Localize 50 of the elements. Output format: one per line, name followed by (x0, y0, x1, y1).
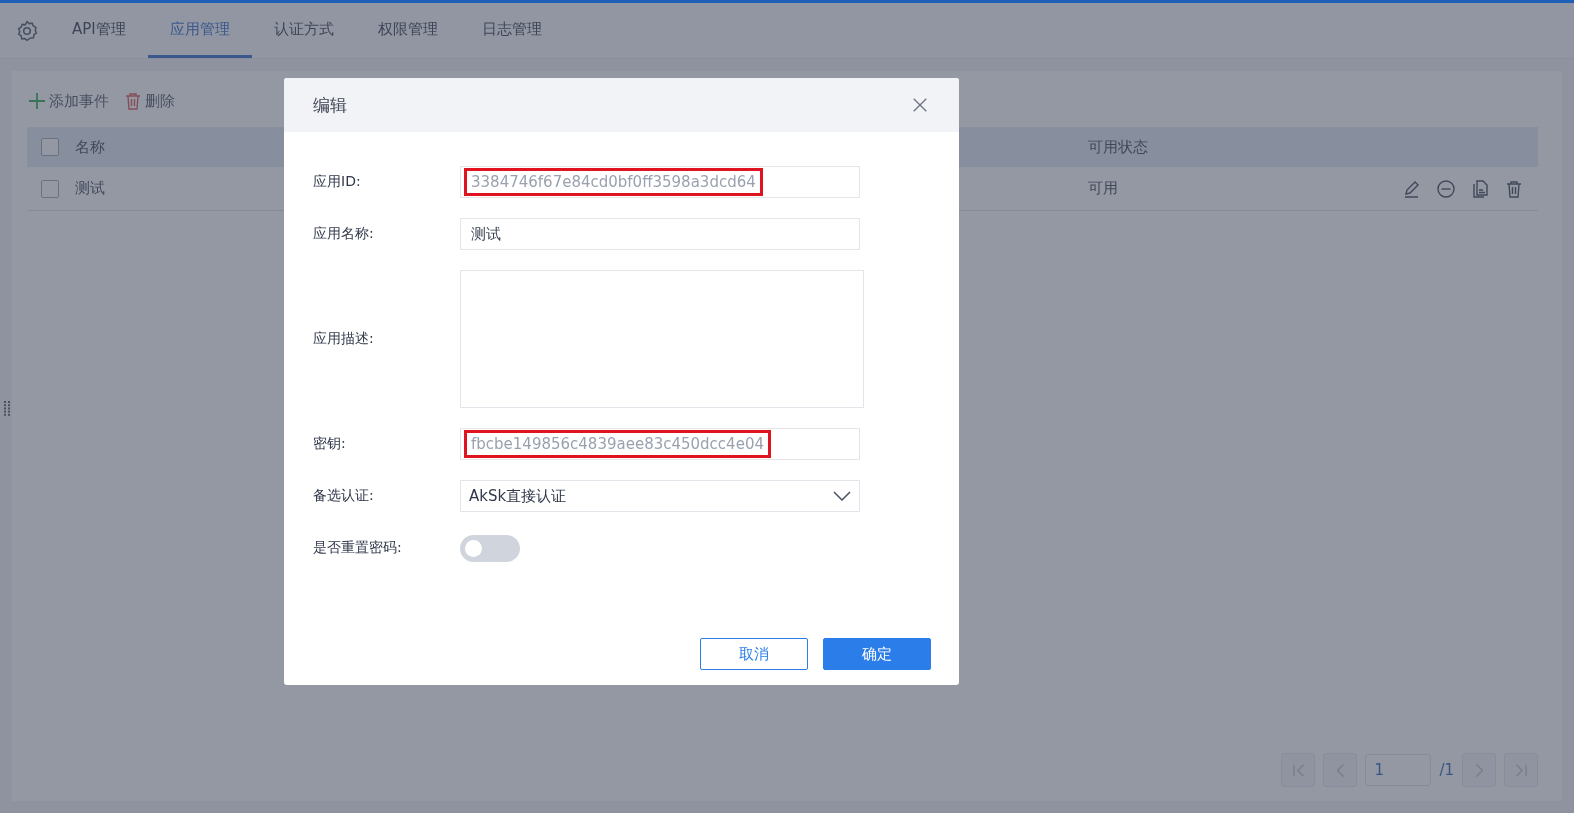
highlighted-value: 3384746f67e84cd0bf0ff3598a3dcd64 (464, 168, 763, 196)
nav-tab[interactable]: 日志管理 (459, 3, 564, 58)
grip-icon[interactable] (4, 401, 10, 417)
nav-tab[interactable]: API管理 (50, 3, 148, 58)
checkbox[interactable] (41, 179, 59, 198)
settings-icon (16, 19, 38, 42)
textarea-field[interactable] (460, 270, 864, 408)
nav-tab[interactable]: 权限管理 (355, 3, 460, 58)
field-label: 是否重置密码: (313, 539, 403, 557)
highlighted-value: fbcbe149856c4839aee83c450dcc4e04 (464, 430, 771, 458)
field-label: 应用名称: (313, 225, 375, 243)
trash-icon (123, 91, 143, 111)
toggle-switch[interactable] (460, 534, 520, 562)
field-label: 备选认证: (313, 487, 375, 505)
input-field[interactable]: fbcbe149856c4839aee83c450dcc4e04 (460, 428, 860, 460)
first-page-button[interactable] (1281, 753, 1316, 787)
cancel-button[interactable]: 取消 (700, 638, 808, 670)
select-field[interactable]: AkSk直接认证 (460, 480, 860, 512)
dialog-title: 编辑 (313, 93, 347, 117)
close-icon (911, 96, 929, 114)
table-cell: 测试 (75, 179, 105, 198)
input-field[interactable]: 3384746f67e84cd0bf0ff3598a3dcd64 (460, 166, 860, 198)
page-input[interactable]: 1 (1365, 754, 1432, 786)
nav-tab[interactable]: 认证方式 (251, 3, 356, 58)
trash-icon (1504, 178, 1524, 199)
plus-icon (27, 91, 47, 111)
next-page-button[interactable] (1462, 753, 1496, 787)
field-label: 应用描述: (313, 330, 375, 348)
chevron-right-icon (1475, 763, 1483, 777)
documents-icon (1470, 178, 1490, 199)
previous-page-button[interactable] (1323, 753, 1358, 787)
checkbox[interactable] (41, 138, 59, 156)
last-page-button[interactable] (1504, 753, 1538, 787)
field-value: 测试 (470, 223, 502, 245)
confirm-button[interactable]: 确定 (823, 638, 931, 670)
table-cell: 可用 (1088, 179, 1118, 198)
chevron-down-icon (833, 491, 851, 501)
field-label: 密钥: (313, 435, 347, 453)
column-header: 可用状态 (1088, 137, 1148, 157)
chevron-left-icon (1336, 763, 1344, 777)
delete-button[interactable]: 删除 (123, 91, 175, 111)
page-total: /1 (1439, 761, 1454, 779)
close-button[interactable] (911, 96, 929, 114)
last-page-icon (1515, 763, 1527, 777)
first-page-icon (1292, 763, 1304, 777)
add-button[interactable]: 添加事件 (27, 91, 109, 111)
field-label: 应用ID: (313, 173, 362, 191)
input-field[interactable]: 测试 (460, 218, 860, 250)
column-header: 名称 (75, 137, 105, 157)
minus-circle-icon (1436, 178, 1456, 199)
